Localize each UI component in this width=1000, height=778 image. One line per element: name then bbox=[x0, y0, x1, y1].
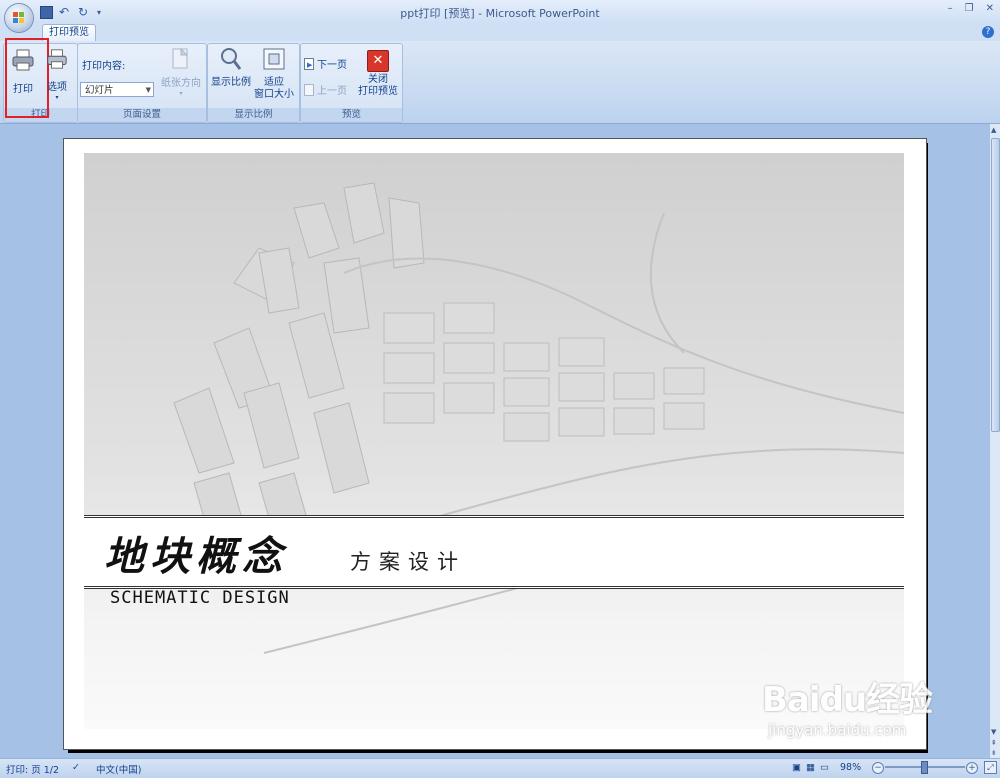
baidu-watermark: Baidu经验 jingyan.baidu.com bbox=[762, 672, 933, 739]
sorter-view-icon[interactable]: ▦ bbox=[806, 762, 815, 773]
watermark-url: jingyan.baidu.com bbox=[768, 721, 907, 739]
zoom-in-icon[interactable]: + bbox=[966, 762, 978, 774]
printer-options-icon bbox=[47, 49, 67, 69]
window-title: ppt打印 [预览] - Microsoft PowerPoint bbox=[400, 7, 600, 20]
zoom-button-label: 显示比例 bbox=[211, 77, 251, 88]
restore-button[interactable]: ❐ bbox=[965, 3, 974, 14]
minimize-button[interactable]: – bbox=[948, 3, 953, 14]
zoom-out-icon[interactable]: − bbox=[872, 762, 884, 774]
prev-page-label: 上一页 bbox=[317, 86, 347, 97]
slide-subtitle-en: SCHEMATIC DESIGN bbox=[110, 588, 290, 608]
window-controls: – ❐ ✕ bbox=[948, 3, 994, 14]
status-bar: 打印: 页 1/2 ✓ 中文(中国) ▣ ▦ ▭ 98% bbox=[0, 758, 1000, 778]
magnifier-icon bbox=[221, 48, 242, 70]
slide-subtitle-cn: 方案设计 bbox=[350, 550, 466, 574]
next-page-label: 下一页 bbox=[317, 60, 347, 71]
highlight-box bbox=[5, 38, 49, 118]
close-preview-button[interactable]: ✕ 关闭 打印预览 bbox=[358, 50, 398, 98]
help-icon[interactable]: ? bbox=[982, 26, 994, 38]
watermark-main: Baidu经验 bbox=[762, 680, 933, 720]
ribbon-tab-row bbox=[0, 24, 1000, 41]
print-content-value: 幻灯片 bbox=[85, 85, 114, 96]
options-button[interactable]: 选项 ▾ bbox=[44, 48, 70, 101]
normal-view-icon[interactable]: ▣ bbox=[792, 762, 801, 773]
vertical-scrollbar[interactable]: ▲ ▼ ⇞ ⇟ bbox=[989, 124, 1000, 758]
scroll-down-icon[interactable]: ▼ bbox=[991, 728, 996, 736]
group-zoom-label: 显示比例 bbox=[208, 108, 299, 122]
chevron-down-icon: ▾ bbox=[55, 94, 59, 101]
zoom-slider-thumb[interactable] bbox=[921, 761, 928, 774]
prev-page-icon bbox=[304, 83, 314, 96]
status-page: 打印: 页 1/2 bbox=[6, 765, 60, 776]
spellcheck-icon[interactable]: ✓ bbox=[72, 762, 80, 773]
next-page-scroll-icon[interactable]: ⇟ bbox=[991, 749, 997, 757]
fit-window-label-2: 窗口大小 bbox=[254, 89, 294, 100]
next-page-icon: ▶ bbox=[304, 57, 314, 70]
tab-print-preview[interactable]: 打印预览 bbox=[42, 24, 96, 42]
close-icon: ✕ bbox=[367, 50, 389, 72]
orientation-button-label: 纸张方向 bbox=[161, 78, 201, 89]
masterplan-illustration bbox=[173, 182, 904, 654]
scroll-up-icon[interactable]: ▲ bbox=[991, 126, 996, 134]
office-logo-icon bbox=[13, 12, 25, 24]
status-language[interactable]: 中文(中国) bbox=[96, 762, 141, 776]
fit-window-button[interactable]: 适应 窗口大小 bbox=[253, 47, 295, 101]
close-preview-label-2: 打印预览 bbox=[358, 86, 398, 97]
print-content-label: 打印内容: bbox=[82, 61, 126, 72]
orientation-button: 纸张方向 ▾ bbox=[160, 47, 202, 98]
close-button[interactable]: ✕ bbox=[986, 3, 994, 14]
fit-slide-icon[interactable]: ⤢ bbox=[984, 761, 997, 774]
zoom-button[interactable]: 显示比例 bbox=[211, 47, 251, 89]
slideshow-view-icon[interactable]: ▭ bbox=[820, 762, 829, 773]
slide-background-image bbox=[84, 153, 904, 729]
print-content-select[interactable]: 幻灯片 ▼ bbox=[80, 82, 154, 97]
zoom-level[interactable]: 98% bbox=[840, 762, 861, 773]
group-page-setup-label: 页面设置 bbox=[78, 108, 206, 122]
chevron-down-icon: ▾ bbox=[179, 90, 183, 97]
slide-title-cn: 地块概念 bbox=[104, 533, 288, 580]
scrollbar-thumb[interactable] bbox=[991, 138, 1000, 432]
office-button[interactable] bbox=[5, 4, 33, 32]
prev-page-scroll-icon[interactable]: ⇞ bbox=[991, 739, 997, 747]
fit-window-icon bbox=[263, 48, 285, 70]
chevron-down-icon: ▼ bbox=[145, 86, 151, 94]
options-button-label: 选项 bbox=[47, 82, 67, 93]
next-page-button[interactable]: ▶ 下一页 bbox=[304, 56, 347, 71]
fit-window-label-1: 适应 bbox=[264, 77, 284, 88]
prev-page-button: 上一页 bbox=[304, 82, 347, 97]
page-orientation-icon bbox=[172, 47, 189, 69]
close-preview-label-1: 关闭 bbox=[368, 74, 388, 85]
group-preview-label: 预览 bbox=[301, 108, 402, 122]
